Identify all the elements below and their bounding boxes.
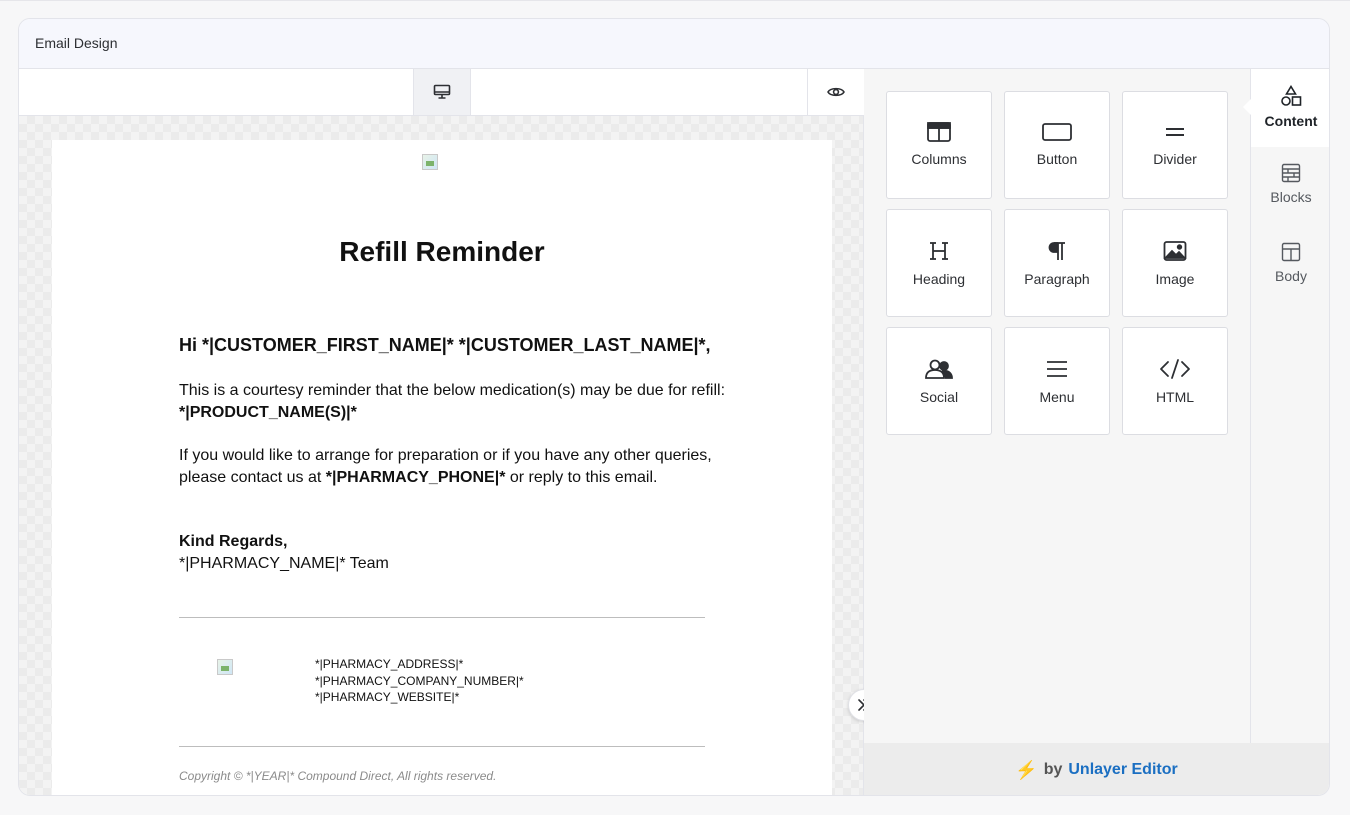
copyright-text[interactable]: Copyright © *|YEAR|* Compound Direct, Al… bbox=[179, 769, 496, 783]
tool-html[interactable]: HTML bbox=[1122, 327, 1228, 435]
email-body[interactable]: Refill Reminder Hi *|CUSTOMER_FIRST_NAME… bbox=[52, 140, 832, 795]
heading-icon bbox=[930, 242, 948, 260]
card-header: Email Design bbox=[19, 19, 1329, 69]
tool-label: Button bbox=[1036, 151, 1078, 167]
email-design-card: Email Design Refill Reminder Hi *|CUSTOM… bbox=[18, 18, 1330, 796]
signature-paragraph[interactable]: Kind Regards, *|PHARMACY_NAME|* Team bbox=[179, 531, 389, 574]
sign-off-text: Kind Regards, bbox=[179, 533, 288, 550]
tools-panel: Columns Button Divider Heading Paragraph… bbox=[864, 69, 1329, 795]
tool-paragraph[interactable]: Paragraph bbox=[1004, 209, 1110, 317]
tool-label: Social bbox=[919, 389, 959, 405]
tool-label: Image bbox=[1155, 271, 1195, 287]
tool-columns[interactable]: Columns bbox=[886, 91, 992, 199]
greeting-text[interactable]: Hi *|CUSTOMER_FIRST_NAME|* *|CUSTOMER_LA… bbox=[179, 335, 711, 356]
blocks-icon bbox=[1281, 163, 1301, 183]
eye-icon bbox=[827, 87, 845, 97]
tool-menu[interactable]: Menu bbox=[1004, 327, 1110, 435]
tab-body[interactable]: Body bbox=[1251, 226, 1329, 304]
tool-label: Columns bbox=[911, 151, 967, 167]
divider-icon bbox=[1166, 128, 1184, 136]
tool-label: Paragraph bbox=[1024, 271, 1090, 287]
html-code-icon bbox=[1160, 359, 1190, 379]
unlayer-branding[interactable]: ⚡ by Unlayer Editor bbox=[864, 743, 1329, 795]
footer-website: *|PHARMACY_WEBSITE|* bbox=[315, 690, 460, 704]
lightning-bolt-icon: ⚡ bbox=[1015, 759, 1038, 780]
branding-link[interactable]: Unlayer Editor bbox=[1068, 761, 1177, 779]
page-title: Email Design bbox=[35, 35, 118, 51]
active-tab-notch bbox=[1243, 99, 1251, 115]
shapes-icon bbox=[1281, 85, 1302, 106]
menu-icon bbox=[1047, 361, 1067, 377]
top-border bbox=[0, 0, 1350, 1]
contact-text-line-3: or reply to this email. bbox=[505, 468, 658, 486]
contact-paragraph[interactable]: If you would like to arrange for prepara… bbox=[179, 445, 712, 488]
paragraph-icon bbox=[1048, 242, 1065, 260]
tool-label: Heading bbox=[912, 271, 966, 287]
footer-image-placeholder[interactable] bbox=[217, 659, 233, 675]
contact-text-line-1: If you would like to arrange for prepara… bbox=[179, 447, 712, 464]
tab-blocks[interactable]: Blocks bbox=[1251, 147, 1329, 225]
tool-image[interactable]: Image bbox=[1122, 209, 1228, 317]
tool-divider[interactable]: Divider bbox=[1122, 91, 1228, 199]
tool-heading[interactable]: Heading bbox=[886, 209, 992, 317]
product-name-merge-tag: *|PRODUCT_NAME(S)|* bbox=[179, 403, 357, 421]
pharmacy-phone-merge-tag: *|PHARMACY_PHONE|* bbox=[325, 468, 506, 486]
tab-label: Content bbox=[1264, 113, 1318, 129]
logo-image-placeholder[interactable] bbox=[422, 154, 438, 170]
side-tabs: Content Blocks Body bbox=[1243, 69, 1329, 743]
email-heading[interactable]: Refill Reminder bbox=[52, 236, 832, 268]
columns-icon bbox=[927, 122, 951, 142]
reminder-paragraph[interactable]: This is a courtesy reminder that the bel… bbox=[179, 380, 725, 423]
footer-company-number: *|PHARMACY_COMPANY_NUMBER|* bbox=[315, 673, 524, 688]
tool-label: HTML bbox=[1155, 389, 1195, 405]
email-canvas[interactable]: Refill Reminder Hi *|CUSTOMER_FIRST_NAME… bbox=[19, 116, 863, 795]
branding-by: by bbox=[1043, 761, 1063, 778]
desktop-monitor-icon bbox=[433, 84, 451, 99]
footer-address: *|PHARMACY_ADDRESS|* bbox=[315, 657, 464, 671]
tool-social[interactable]: Social bbox=[886, 327, 992, 435]
preview-button[interactable] bbox=[807, 69, 864, 115]
tool-button[interactable]: Button bbox=[1004, 91, 1110, 199]
body-layout-icon bbox=[1281, 242, 1301, 262]
reminder-text: This is a courtesy reminder that the bel… bbox=[179, 382, 726, 399]
tab-label: Blocks bbox=[1270, 189, 1312, 205]
social-icon bbox=[925, 359, 953, 379]
editor-toolbar bbox=[19, 69, 864, 116]
contact-text-line-2: please contact us at bbox=[179, 468, 326, 486]
divider-line[interactable] bbox=[179, 746, 705, 747]
footer-info[interactable]: *|PHARMACY_ADDRESS|* *|PHARMACY_COMPANY_… bbox=[315, 656, 524, 706]
divider-line[interactable] bbox=[179, 617, 705, 618]
image-icon bbox=[1163, 241, 1187, 261]
tool-label: Menu bbox=[1039, 389, 1075, 405]
team-name-text: *|PHARMACY_NAME|* Team bbox=[179, 554, 389, 572]
desktop-view-button[interactable] bbox=[413, 69, 471, 115]
editor-pane: Refill Reminder Hi *|CUSTOMER_FIRST_NAME… bbox=[19, 69, 864, 795]
button-icon bbox=[1042, 123, 1072, 141]
tab-label: Body bbox=[1275, 268, 1307, 284]
tool-label: Divider bbox=[1153, 151, 1197, 167]
tab-content[interactable]: Content bbox=[1243, 69, 1329, 147]
